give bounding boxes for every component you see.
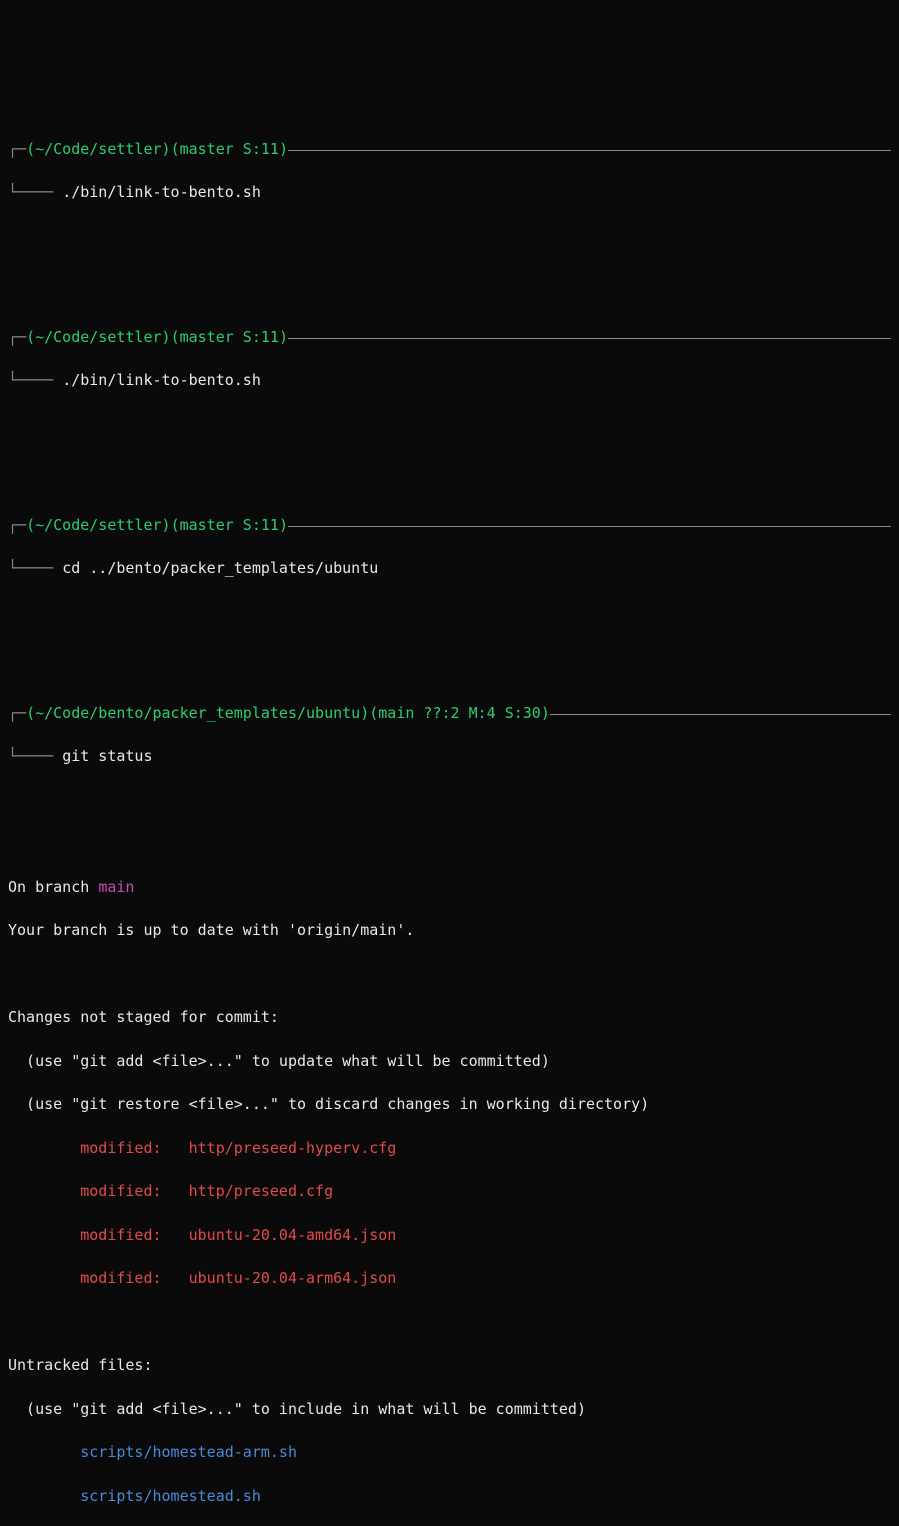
uptodate-line: Your branch is up to date with 'origin/m… [8,920,891,942]
corner-bottom: └──── [8,183,62,201]
prompt-branch: master S:11 [180,515,279,537]
modified-file: modified: http/preseed.cfg [8,1181,891,1203]
rule-fill [288,150,891,151]
command-text: cd ../bento/packer_templates/ubuntu [62,559,378,577]
prompt-block: ┌─(~/Code/settler)(master S:11) └──── ./… [8,305,891,414]
prompt-path: ~/Code/settler [35,515,161,537]
prompt-branch: master S:11 [180,327,279,349]
modified-file: modified: ubuntu-20.04-arm64.json [8,1268,891,1290]
command-text: ./bin/link-to-bento.sh [62,371,261,389]
untracked-header: Untracked files: [8,1355,891,1377]
notstaged-header: Changes not staged for commit: [8,1007,891,1029]
prompt-command-line[interactable]: └──── ./bin/link-to-bento.sh [8,182,891,204]
close-paren: ) [162,139,171,161]
hint-restore: (use "git restore <file>..." to discard … [8,1094,891,1116]
prompt-top-line: ┌─(~/Code/bento/packer_templates/ubuntu)… [8,703,891,725]
prompt-block: ┌─(~/Code/bento/packer_templates/ubuntu)… [8,681,891,790]
prompt-command-line[interactable]: └──── cd ../bento/packer_templates/ubunt… [8,558,891,580]
command-text: ./bin/link-to-bento.sh [62,183,261,201]
open-paren: ( [171,139,180,161]
prompt-branch: main ??:2 M:4 S:30 [378,703,541,725]
branch-name: main [98,878,134,896]
corner-top: ┌─ [8,139,26,161]
open-paren: ( [26,139,35,161]
git-status-output: On branch main Your branch is up to date… [8,855,891,1526]
prompt-command-line[interactable]: └──── ./bin/link-to-bento.sh [8,370,891,392]
prompt-path: ~/Code/bento/packer_templates/ubuntu [35,703,360,725]
prompt-block: ┌─(~/Code/settler)(master S:11) └──── ./… [8,117,891,226]
prompt-top-line: ┌─(~/Code/settler)(master S:11) [8,515,891,537]
untracked-file: scripts/homestead-arm.sh [8,1442,891,1464]
command-text: git status [62,747,152,765]
prompt-top-line: ┌─(~/Code/settler)(master S:11) [8,327,891,349]
on-branch-line: On branch main [8,877,891,899]
prompt-path: ~/Code/settler [35,139,161,161]
close-paren: ) [279,139,288,161]
hint-include: (use "git add <file>..." to include in w… [8,1399,891,1421]
prompt-branch: master S:11 [180,139,279,161]
untracked-file: scripts/homestead.sh [8,1486,891,1508]
prompt-path: ~/Code/settler [35,327,161,349]
modified-file: modified: http/preseed-hyperv.cfg [8,1138,891,1160]
modified-file: modified: ubuntu-20.04-amd64.json [8,1225,891,1247]
prompt-block: ┌─(~/Code/settler)(master S:11) └──── cd… [8,493,891,602]
hint-add: (use "git add <file>..." to update what … [8,1051,891,1073]
prompt-command-line[interactable]: └──── git status [8,746,891,768]
prompt-top-line: ┌─(~/Code/settler)(master S:11) [8,139,891,161]
